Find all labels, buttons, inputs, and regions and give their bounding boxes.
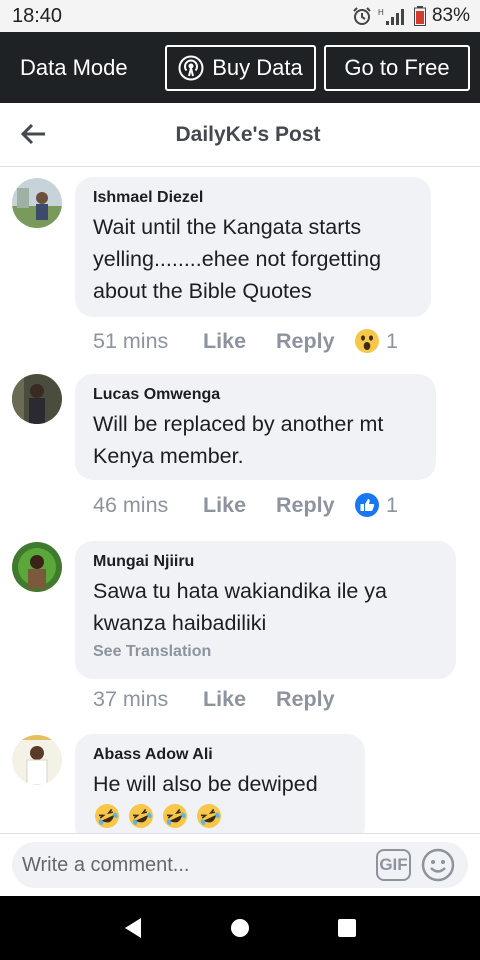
reaction-count: 1 xyxy=(386,492,398,517)
svg-text:H: H xyxy=(378,8,384,17)
reaction-summary[interactable]: 1 xyxy=(354,328,398,354)
signal-icon: H xyxy=(378,8,404,25)
comment-text: Wait until the Kangata starts yelling...… xyxy=(93,211,413,307)
go-to-free-button[interactable]: Go to Free xyxy=(324,44,470,91)
comment-line: He will also be dewiped xyxy=(93,772,318,796)
go-to-free-label: Go to Free xyxy=(344,54,450,80)
see-translation-link[interactable]: See Translation xyxy=(93,643,438,661)
comment-bubble: Ishmael Diezel Wait until the Kangata st… xyxy=(75,177,431,317)
system-nav-bar xyxy=(0,896,480,960)
avatar[interactable] xyxy=(12,374,62,424)
like-button[interactable]: Like xyxy=(203,687,276,712)
gif-button[interactable]: GIF xyxy=(376,849,411,881)
avatar[interactable] xyxy=(12,735,62,785)
comment-author[interactable]: Abass Adow Ali xyxy=(93,744,347,766)
comment-actions: 46 mins Like Reply 1 xyxy=(93,492,398,518)
comment-text: Sawa tu hata wakiandika ile ya kwanza ha… xyxy=(93,575,438,639)
like-button[interactable]: Like xyxy=(203,493,276,518)
comment-time: 37 mins xyxy=(93,687,169,711)
comment-author[interactable]: Ishmael Diezel xyxy=(93,187,413,209)
comment-line: about the Bible Quotes xyxy=(93,279,312,303)
status-icons: H 83% xyxy=(352,5,470,27)
post-header: DailyKe's Post xyxy=(0,103,480,167)
triangle-back-icon xyxy=(125,918,142,938)
comment-line: kwanza haibadiliki xyxy=(93,611,267,635)
nav-home-button[interactable] xyxy=(220,908,260,948)
status-time: 18:40 xyxy=(12,4,63,27)
reply-button[interactable]: Reply xyxy=(276,329,354,354)
buy-data-button[interactable]: Buy Data xyxy=(165,44,316,91)
comment-composer: Write a comment... GIF xyxy=(0,833,480,896)
comment-line: Kenya member. xyxy=(93,444,244,468)
comment-author[interactable]: Lucas Omwenga xyxy=(93,384,418,406)
reaction-count: 1 xyxy=(386,328,398,353)
page-title: DailyKe's Post xyxy=(175,122,321,146)
reply-button[interactable]: Reply xyxy=(276,493,354,518)
like-button[interactable]: Like xyxy=(203,329,276,354)
status-bar: 18:40 H 83% xyxy=(0,0,480,32)
buy-data-label: Buy Data xyxy=(212,54,303,80)
comment-text: He will also be dewiped xyxy=(93,768,347,800)
reply-button[interactable]: Reply xyxy=(276,687,354,712)
comment-line: Will be replaced by another mt xyxy=(93,412,384,436)
comment-bubble: Abass Adow Ali He will also be dewiped xyxy=(75,734,365,844)
comment-bubble: Lucas Omwenga Will be replaced by anothe… xyxy=(75,374,436,480)
wow-reaction-icon xyxy=(355,329,379,353)
reaction-summary[interactable]: 1 xyxy=(354,492,398,518)
broadcast-icon xyxy=(178,55,204,80)
rolling-laughing-emoji-icon xyxy=(95,804,119,828)
comment-time: 46 mins xyxy=(93,492,169,517)
rolling-laughing-emoji-icon xyxy=(163,804,187,828)
home-circle-icon xyxy=(230,919,249,937)
back-arrow-icon xyxy=(20,123,45,145)
nav-back-button[interactable] xyxy=(113,908,153,948)
avatar[interactable] xyxy=(12,178,62,228)
recents-square-icon xyxy=(337,919,356,937)
emoji-row xyxy=(93,802,347,830)
battery-icon xyxy=(413,6,426,26)
avatar[interactable] xyxy=(12,542,62,592)
comment-line: yelling........ehee not forgetting xyxy=(93,247,382,271)
nav-recents-button[interactable] xyxy=(327,908,367,948)
alarm-icon xyxy=(353,7,371,25)
rolling-laughing-emoji-icon xyxy=(197,804,221,828)
rolling-laughing-emoji-icon xyxy=(129,804,153,828)
comment-time: 51 mins xyxy=(93,328,169,353)
thumbs-up-reaction-icon xyxy=(355,493,379,517)
comment-author[interactable]: Mungai Njiiru xyxy=(93,551,438,573)
data-mode-title: Data Mode xyxy=(20,54,128,80)
comment-actions: 37 mins Like Reply xyxy=(93,687,354,712)
comment-line: Wait until the Kangata starts xyxy=(93,215,362,239)
back-button[interactable] xyxy=(18,119,48,149)
comment-bubble: Mungai Njiiru Sawa tu hata wakiandika il… xyxy=(75,541,456,679)
comment-line: Sawa tu hata wakiandika ile ya xyxy=(93,579,388,603)
data-mode-bar: Data Mode Buy Data Go to Free xyxy=(0,32,480,103)
emoji-picker-icon[interactable] xyxy=(421,848,455,882)
battery-percent: 83% xyxy=(431,5,470,26)
comment-actions: 51 mins Like Reply 1 xyxy=(93,328,398,354)
comment-text: Will be replaced by another mt Kenya mem… xyxy=(93,408,418,472)
